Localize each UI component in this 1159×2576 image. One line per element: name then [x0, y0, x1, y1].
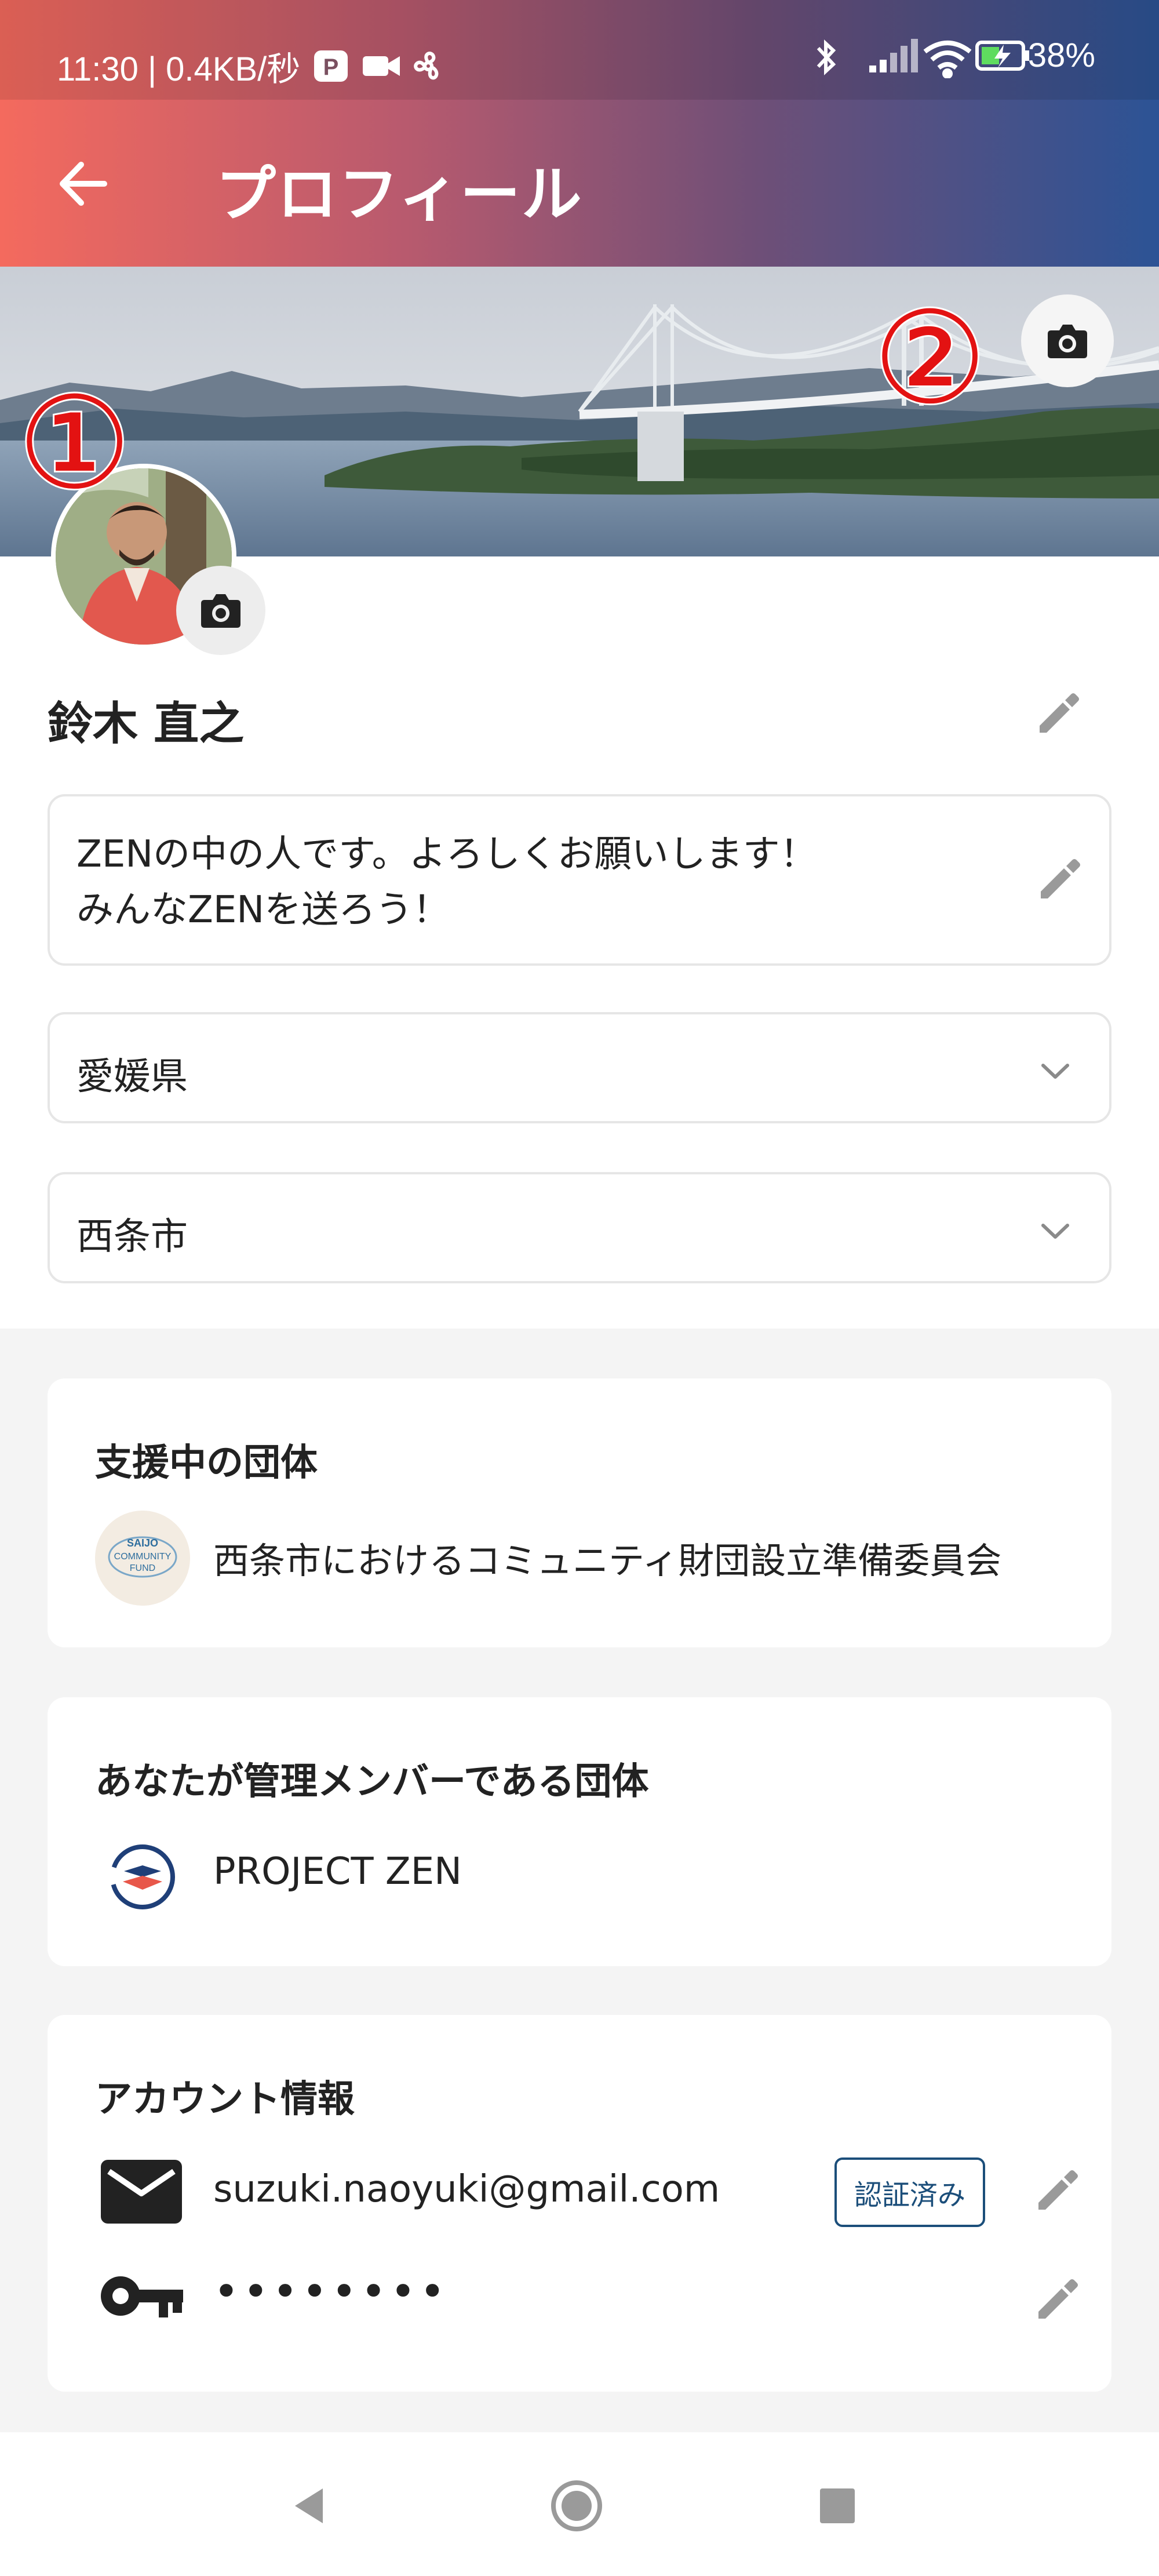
edit-email-button[interactable]	[1032, 2164, 1084, 2217]
arrow-left-icon	[60, 162, 107, 206]
prefecture-value: 愛媛県	[76, 1056, 188, 1098]
user-name: 鈴木 直之	[48, 698, 245, 750]
pencil-icon	[1038, 2279, 1078, 2319]
annotation-1: ①	[16, 369, 133, 518]
managing-orgs-title: あなたが管理メンバーである団体	[95, 1760, 649, 1803]
circle-home-icon	[551, 2480, 602, 2531]
avatar-camera-button[interactable]	[176, 566, 265, 655]
edit-password-button[interactable]	[1032, 2273, 1084, 2326]
verified-badge: 認証済み	[834, 2157, 985, 2227]
city-value: 西条市	[76, 1216, 188, 1258]
nav-recents-button[interactable]	[806, 2474, 869, 2538]
svg-text:P: P	[323, 54, 339, 80]
account-info-card: アカウント情報 suzuki.naoyuki@gmail.com 認証済み ••…	[48, 2015, 1111, 2392]
status-time-speed: 11:30 | 0.4KB/秒	[57, 50, 301, 88]
video-camera-icon	[362, 48, 400, 84]
chevron-down-icon	[1041, 1224, 1069, 1239]
bio-field[interactable]: ZENの中の人です。よろしくお願いします！ みんなZENを送ろう！	[48, 794, 1111, 966]
bluetooth-icon	[815, 38, 851, 75]
supporting-org-name[interactable]: 西条市におけるコミュニティ財団設立準備委員会	[213, 1531, 1001, 1584]
email-value: suzuki.naoyuki@gmail.com	[213, 2168, 720, 2211]
pencil-icon	[1040, 693, 1079, 733]
battery-percent: 38%	[1027, 37, 1095, 74]
camera-icon	[201, 594, 240, 628]
nav-back-button[interactable]	[278, 2474, 342, 2538]
logo-text-line3: FUND	[130, 1563, 155, 1573]
fan-icon	[410, 48, 446, 84]
back-button[interactable]	[52, 152, 116, 216]
pencil-icon	[1041, 859, 1080, 898]
signal-icon	[868, 38, 918, 74]
system-nav-bar	[0, 2432, 1159, 2576]
city-select[interactable]: 西条市	[48, 1172, 1111, 1283]
password-mask: ••••••••	[213, 2265, 449, 2317]
account-info-title: アカウント情報	[95, 2078, 355, 2121]
key-icon	[99, 2270, 185, 2322]
prefecture-select[interactable]: 愛媛県	[48, 1012, 1111, 1123]
logo-text-line2: COMMUNITY	[114, 1552, 172, 1562]
page-title: プロフィール	[216, 159, 583, 230]
logo-text-line1: SAIJO	[127, 1537, 158, 1549]
annotation-2: ②	[871, 284, 989, 432]
supporting-orgs-title: 支援中の団体	[95, 1442, 318, 1485]
square-recents-icon	[820, 2488, 855, 2523]
edit-bio-button[interactable]	[1034, 853, 1086, 905]
saijo-fund-logo: SAIJO COMMUNITY FUND	[95, 1511, 190, 1606]
chevron-down-icon	[1041, 1064, 1069, 1079]
mail-icon	[101, 2160, 182, 2224]
managing-orgs-card: あなたが管理メンバーである団体 PROJECT ZEN	[48, 1697, 1111, 1966]
bio-text: ZENの中の人です。よろしくお願いします！ みんなZENを送ろう！	[76, 833, 817, 932]
project-zen-logo	[95, 1829, 190, 1924]
app-bar: プロフィール	[0, 100, 1159, 267]
edit-name-button[interactable]	[1033, 687, 1085, 740]
status-bar: 11:30 | 0.4KB/秒 P 38%	[0, 0, 1159, 100]
cover-camera-button[interactable]	[1021, 294, 1114, 387]
nav-home-button[interactable]	[545, 2474, 608, 2538]
camera-icon	[1048, 325, 1087, 358]
triangle-back-icon	[295, 2488, 323, 2523]
pencil-icon	[1038, 2170, 1078, 2210]
battery-icon	[975, 38, 1029, 74]
wifi-icon	[921, 38, 972, 79]
paypay-icon: P	[313, 48, 349, 84]
supporting-orgs-card: 支援中の団体 SAIJO COMMUNITY FUND 西条市におけるコミュニテ…	[48, 1378, 1111, 1647]
managing-org-name[interactable]: PROJECT ZEN	[213, 1850, 462, 1893]
